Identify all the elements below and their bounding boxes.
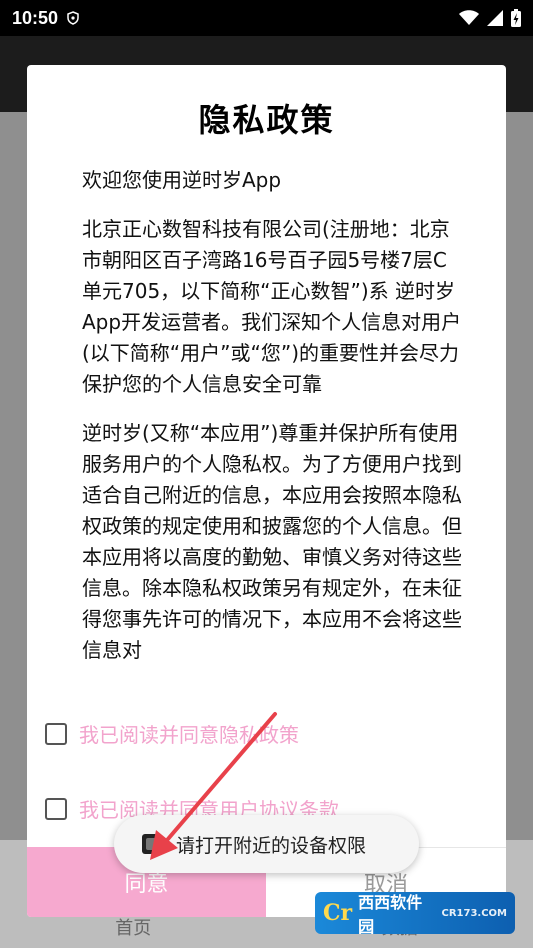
privacy-policy-text[interactable]: 欢迎您使用逆时岁App 北京正心数智科技有限公司(注册地：北京市朝阳区百子湾路1…: [82, 165, 462, 680]
privacy-dialog: 隐私政策 欢迎您使用逆时岁App 北京正心数智科技有限公司(注册地：北京市朝阳区…: [27, 65, 506, 917]
watermark-logo-icon: Cr: [323, 900, 353, 926]
background-tab-home: 首页: [115, 918, 152, 939]
privacy-consent-row[interactable]: 我已阅读并同意隐私政策: [45, 719, 299, 748]
watermark-brand: 西西软件园: [358, 893, 423, 936]
policy-paragraph: 逆时岁(又称“本应用”)尊重并保护所有使用服务用户的个人隐私权。为了方便用户找到…: [82, 421, 462, 662]
wifi-icon: [459, 10, 479, 25]
permission-toast: 请打开附近的设备权限: [114, 815, 419, 873]
battery-icon: [511, 9, 521, 27]
privacy-consent-label[interactable]: 我已阅读并同意隐私政策: [79, 719, 299, 748]
site-watermark: Cr 西西软件园 CR173.COM: [315, 892, 515, 936]
policy-paragraph: 北京正心数智科技有限公司(注册地：北京市朝阳区百子湾路16号百子园5号楼7层C单…: [82, 217, 462, 396]
watermark-url: CR173.COM: [441, 907, 507, 919]
policy-paragraph: 欢迎您使用逆时岁App: [82, 168, 282, 192]
dialog-title: 隐私政策: [198, 101, 335, 139]
app-icon: [142, 834, 162, 854]
status-bar: 10:50: [0, 0, 533, 36]
privacy-consent-checkbox[interactable]: [45, 722, 67, 745]
agreement-consent-checkbox[interactable]: [45, 797, 67, 820]
shield-icon: [67, 11, 79, 25]
signal-icon: [487, 10, 503, 26]
toast-text: 请打开附近的设备权限: [176, 834, 367, 857]
status-time: 10:50: [12, 7, 59, 28]
